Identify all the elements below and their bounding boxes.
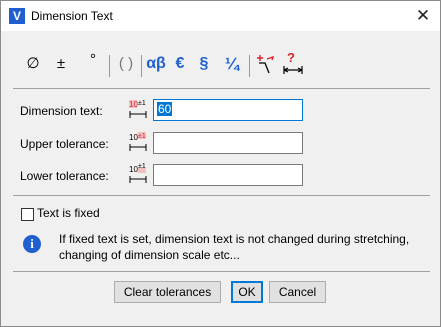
title-bar[interactable]: V Dimension Text ✕	[1, 1, 440, 31]
fraction-button[interactable]: ¼	[221, 51, 243, 77]
info-text: If fixed text is set, dimension text is …	[59, 232, 410, 262]
close-button[interactable]: ✕	[412, 5, 434, 27]
plus-minus-symbol-button[interactable]: ±	[51, 51, 71, 77]
svg-text:±1: ±1	[138, 100, 146, 107]
divider	[13, 271, 430, 272]
text-is-fixed-label[interactable]: Text is fixed	[37, 206, 100, 220]
dimension-text-icon: 10 ±1	[129, 100, 147, 118]
toolbar-separator	[249, 55, 250, 77]
help-dimension-button[interactable]: ?	[281, 50, 305, 77]
lower-tolerance-input[interactable]	[153, 164, 303, 186]
window-title: Dimension Text	[31, 9, 113, 23]
clear-tolerances-button[interactable]: Clear tolerances	[114, 281, 221, 303]
section-symbol-button[interactable]: §	[195, 51, 213, 77]
toolbar-separator	[141, 55, 142, 77]
app-icon: V	[9, 8, 25, 24]
lower-tolerance-label: Lower tolerance:	[20, 169, 109, 183]
cancel-button[interactable]: Cancel	[269, 281, 326, 303]
help-dimension-icon: ?	[283, 50, 303, 74]
info-icon: i	[23, 235, 41, 253]
dimension-text-value: 60	[157, 102, 173, 116]
dimension-arrow-icon	[257, 55, 275, 74]
upper-tolerance-input[interactable]	[153, 132, 303, 154]
euro-symbol-button[interactable]: €	[171, 51, 189, 77]
svg-text:±1: ±1	[138, 133, 146, 140]
dialog-window: V Dimension Text ✕ ∅ ± ° ( ) αβ € § ¼ ?	[0, 0, 441, 327]
dimension-arrow-button[interactable]	[253, 51, 279, 77]
divider	[13, 88, 430, 89]
dimension-text-label: Dimension text:	[20, 104, 103, 118]
svg-text:?: ?	[287, 51, 295, 65]
text-is-fixed-checkbox[interactable]	[21, 208, 34, 221]
divider	[13, 195, 430, 196]
upper-tolerance-icon: 10 ±1	[129, 132, 147, 151]
lower-tolerance-icon: 10 ±1	[129, 163, 147, 183]
upper-tolerance-label: Upper tolerance:	[20, 137, 109, 151]
toolbar-separator	[109, 55, 110, 77]
greek-letters-button[interactable]: αβ	[143, 51, 169, 77]
ok-button[interactable]: OK	[231, 281, 263, 303]
degree-symbol-button[interactable]: °	[83, 47, 103, 73]
parentheses-button[interactable]: ( )	[115, 51, 137, 77]
diameter-symbol-button[interactable]: ∅	[23, 51, 43, 77]
dimension-text-input[interactable]: 60	[153, 99, 303, 121]
